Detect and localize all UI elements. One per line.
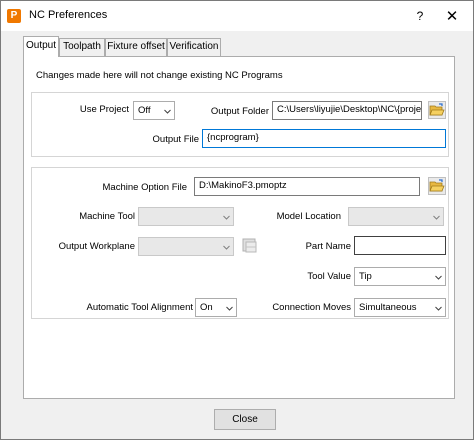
machine-tool-select[interactable] — [138, 207, 234, 226]
connection-moves-select[interactable]: Simultaneous — [354, 298, 446, 317]
machine-option-browse-button[interactable] — [428, 177, 446, 195]
close-button[interactable]: Close — [214, 409, 276, 430]
model-location-label: Model Location — [276, 211, 341, 222]
connection-moves-label: Connection Moves — [272, 302, 351, 313]
chevron-down-icon — [435, 274, 442, 281]
workplane-icon — [241, 238, 259, 258]
tool-value-label: Tool Value — [307, 271, 351, 282]
output-file-field[interactable]: {ncprogram} — [202, 129, 446, 148]
connection-moves-value: Simultaneous — [359, 302, 417, 313]
folder-open-icon — [429, 102, 445, 118]
output-folder-browse-button[interactable] — [428, 101, 446, 119]
part-name-label: Part Name — [305, 241, 351, 252]
tab-toolpath[interactable]: Toolpath — [59, 38, 105, 56]
chevron-down-icon — [164, 108, 171, 115]
output-workplane-select[interactable] — [138, 237, 234, 256]
chevron-down-icon — [223, 214, 230, 221]
chevron-down-icon — [433, 214, 440, 221]
chevron-down-icon — [226, 305, 233, 312]
window-title: NC Preferences — [29, 9, 108, 21]
machine-option-file-field[interactable]: D:\MakinoF3.pmoptz — [194, 177, 420, 196]
use-project-label: Use Project — [79, 104, 129, 115]
auto-tool-alignment-value: On — [200, 302, 213, 313]
tab-verification[interactable]: Verification — [167, 38, 221, 56]
tool-value-select[interactable]: Tip — [354, 267, 446, 286]
output-file-label: Output File — [152, 134, 199, 145]
tab-output[interactable]: Output — [23, 36, 59, 57]
output-folder-field[interactable]: C:\Users\liyujie\Desktop\NC\{proje — [272, 101, 422, 120]
machine-tool-label: Machine Tool — [79, 211, 135, 222]
workplane-pick-button[interactable] — [241, 237, 259, 255]
title-bar: P NC Preferences ? ✕ — [1, 1, 473, 31]
chevron-down-icon — [223, 244, 230, 251]
machine-option-file-label: Machine Option File — [102, 182, 187, 193]
model-location-select[interactable] — [348, 207, 444, 226]
tab-fixture-offset[interactable]: Fixture offset — [105, 38, 167, 56]
info-note: Changes made here will not change existi… — [36, 70, 283, 81]
help-button[interactable]: ? — [413, 9, 427, 23]
folder-open-icon — [429, 178, 445, 194]
nc-preferences-dialog: P NC Preferences ? ✕ Output Toolpath Fix… — [0, 0, 474, 440]
output-folder-label: Output Folder — [210, 106, 269, 117]
close-window-button[interactable]: ✕ — [443, 7, 461, 25]
part-name-field[interactable] — [354, 236, 446, 255]
tool-value-value: Tip — [359, 271, 372, 282]
output-workplane-label: Output Workplane — [58, 241, 135, 252]
app-icon: P — [7, 9, 21, 23]
auto-tool-alignment-label: Automatic Tool Alignment — [86, 302, 194, 313]
use-project-select[interactable]: Off — [133, 101, 175, 120]
chevron-down-icon — [435, 305, 442, 312]
auto-tool-alignment-select[interactable]: On — [195, 298, 237, 317]
use-project-value: Off — [138, 105, 151, 116]
